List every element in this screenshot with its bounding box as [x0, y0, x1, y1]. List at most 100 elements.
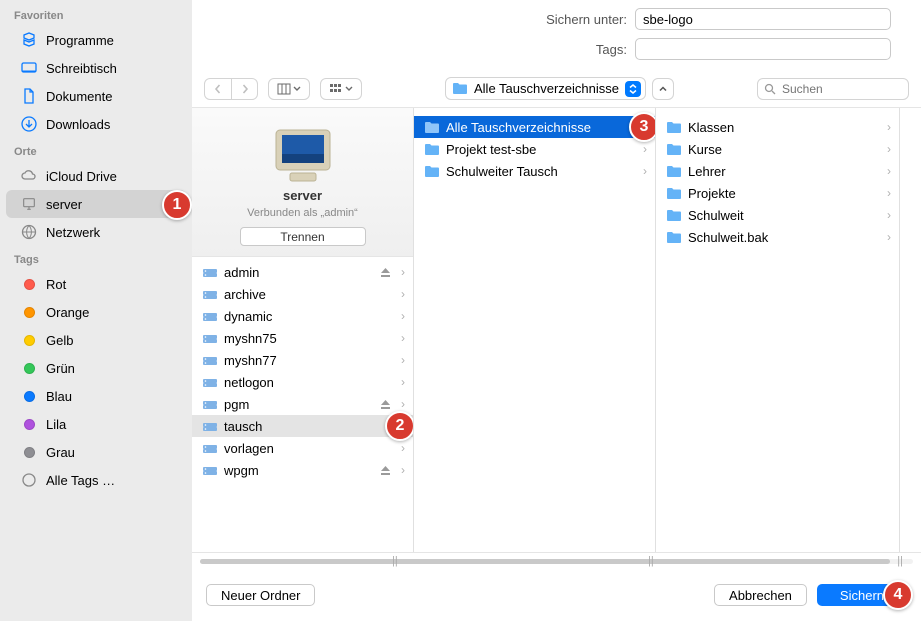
sidebar-tag-purple[interactable]: Lila [6, 410, 186, 438]
folder-icon [666, 208, 682, 222]
share-archive[interactable]: archive› [192, 283, 413, 305]
search-field[interactable] [757, 78, 909, 100]
sidebar-tag-blue[interactable]: Blau [6, 382, 186, 410]
folder-kurse[interactable]: Kurse› [656, 138, 899, 160]
shares-list: admin›archive›dynamic›myshn75›myshn77›ne… [192, 257, 413, 481]
sidebar-item-label: iCloud Drive [46, 169, 117, 184]
tag-dot-blue [20, 387, 38, 405]
folder-schulweit.bak[interactable]: Schulweit.bak› [656, 226, 899, 248]
tags-label: Tags: [192, 42, 627, 57]
sidebar-item-icloud[interactable]: iCloud Drive [6, 162, 186, 190]
eject-icon[interactable] [380, 399, 395, 410]
search-input[interactable] [782, 82, 902, 96]
share-icon [202, 309, 218, 323]
tag-dot-gray [20, 443, 38, 461]
back-button[interactable] [205, 78, 231, 100]
item-label: Projekte [688, 186, 736, 201]
forward-button[interactable] [231, 78, 257, 100]
folder-icon [424, 120, 440, 134]
sidebar-tag-red[interactable]: Rot [6, 270, 186, 298]
view-mode-button[interactable] [268, 78, 310, 100]
sidebar-item-downloads[interactable]: Downloads [6, 110, 186, 138]
sidebar-all-tags[interactable]: Alle Tags … [6, 466, 186, 494]
sidebar-tag-green[interactable]: Grün [6, 354, 186, 382]
scroll-strip[interactable]: || || || [192, 553, 921, 569]
share-myshn77[interactable]: myshn77› [192, 349, 413, 371]
item-label: Kurse [688, 142, 722, 157]
share-label: pgm [224, 397, 249, 412]
sidebar-item-network[interactable]: Netzwerk [6, 218, 186, 246]
share-netlogon[interactable]: netlogon› [192, 371, 413, 393]
folder-icon [666, 142, 682, 156]
annotation-badge-4: 4 [883, 580, 913, 610]
tags-input[interactable] [635, 38, 891, 60]
sidebar-item-label: server [46, 197, 82, 212]
sidebar-item-label: Rot [46, 277, 66, 292]
sidebar-item-label: Dokumente [46, 89, 112, 104]
sidebar-item-label: Downloads [46, 117, 110, 132]
annotation-badge-1: 1 [162, 190, 192, 220]
location-popup[interactable]: Alle Tauschverzeichnisse [445, 77, 646, 100]
new-folder-button[interactable]: Neuer Ordner [206, 584, 315, 606]
group-mode-button[interactable] [320, 78, 362, 100]
share-tausch[interactable]: tausch›2 [192, 415, 413, 437]
cancel-button[interactable]: Abbrechen [714, 584, 807, 606]
sidebar-item-label: Blau [46, 389, 72, 404]
save-as-input[interactable] [635, 8, 891, 30]
item-label: Schulweiter Tausch [446, 164, 558, 179]
share-label: archive [224, 287, 266, 302]
folder-klassen[interactable]: Klassen› [656, 116, 899, 138]
updown-icon [625, 81, 641, 97]
share-icon [202, 287, 218, 301]
sidebar-section-tags: Tags [0, 250, 192, 270]
disconnect-button[interactable]: Trennen [240, 227, 366, 246]
desktop-icon [20, 59, 38, 77]
server-name: server [283, 188, 322, 203]
column-alle-tauschverzeichnisse: Klassen›Kurse›Lehrer›Projekte›Schulweit›… [656, 108, 900, 552]
folder-projekte[interactable]: Projekte› [656, 182, 899, 204]
annotation-badge-3: 3 [629, 112, 656, 142]
item-label: Schulweit [688, 208, 744, 223]
share-icon [202, 419, 218, 433]
share-label: myshn77 [224, 353, 277, 368]
sidebar-item-server[interactable]: server 1 [6, 190, 186, 218]
share-myshn75[interactable]: myshn75› [192, 327, 413, 349]
eject-icon[interactable] [380, 267, 395, 278]
server-display-icon [268, 126, 338, 184]
folder-schulweiter-tausch[interactable]: Schulweiter Tausch› [414, 160, 655, 182]
sidebar-item-programs[interactable]: Programme [6, 26, 186, 54]
globe-icon [20, 223, 38, 241]
column-tausch: Alle Tauschverzeichnisse›3Projekt test-s… [414, 108, 656, 552]
folder-icon [666, 120, 682, 134]
sidebar-tag-orange[interactable]: Orange [6, 298, 186, 326]
sidebar-tag-gray[interactable]: Grau [6, 438, 186, 466]
eject-icon[interactable] [380, 465, 395, 476]
share-pgm[interactable]: pgm› [192, 393, 413, 415]
item-label: Lehrer [688, 164, 726, 179]
share-icon [202, 397, 218, 411]
folder-icon [666, 230, 682, 244]
share-icon [202, 265, 218, 279]
folder-alle-tauschverzeichnisse[interactable]: Alle Tauschverzeichnisse›3 [414, 116, 655, 138]
tag-dot-green [20, 359, 38, 377]
folder-lehrer[interactable]: Lehrer› [656, 160, 899, 182]
share-wpgm[interactable]: wpgm› [192, 459, 413, 481]
save-dialog: Favoriten Programme Schreibtisch Dokumen… [0, 0, 921, 621]
folder-icon [666, 186, 682, 200]
folder-schulweit[interactable]: Schulweit› [656, 204, 899, 226]
share-icon [202, 375, 218, 389]
sidebar-item-documents[interactable]: Dokumente [6, 82, 186, 110]
sidebar-item-label: Schreibtisch [46, 61, 117, 76]
folder-icon [424, 142, 440, 156]
share-label: netlogon [224, 375, 274, 390]
share-vorlagen[interactable]: vorlagen› [192, 437, 413, 459]
share-dynamic[interactable]: dynamic› [192, 305, 413, 327]
cloud-icon [20, 167, 38, 185]
sidebar-item-desktop[interactable]: Schreibtisch [6, 54, 186, 82]
expand-button[interactable] [652, 78, 674, 100]
folder-projekt-test-sbe[interactable]: Projekt test-sbe› [414, 138, 655, 160]
dialog-footer: Neuer Ordner Abbrechen Sichern 4 [192, 569, 921, 621]
folder-icon [424, 164, 440, 178]
share-admin[interactable]: admin› [192, 261, 413, 283]
sidebar-tag-yellow[interactable]: Gelb [6, 326, 186, 354]
